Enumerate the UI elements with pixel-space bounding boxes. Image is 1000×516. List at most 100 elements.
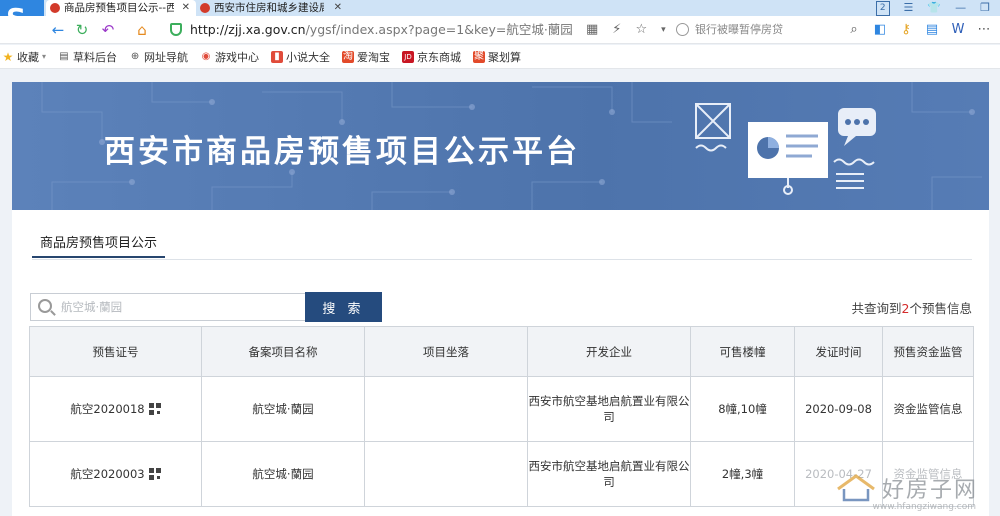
url-host: http://zjj.xa.gov.cn [190,22,306,37]
presale-table: 预售证号 备案项目名称 项目坐落 开发企业 可售楼幢 发证时间 预售资金监管 航… [29,326,974,507]
url-field[interactable]: http://zjj.xa.gov.cn/ygsf/index.aspx?pag… [170,20,573,40]
bookmark-item[interactable]: ▤ 草料后台 [58,49,117,65]
presentation-illustration [695,103,876,195]
column-header: 预售证号 [29,326,202,377]
qrcode-icon[interactable]: ▦ [586,20,598,40]
search-input[interactable] [61,298,301,316]
qrcode-icon[interactable] [148,403,161,415]
back-icon[interactable]: ← [48,20,68,40]
bookmark-item[interactable]: 淘爱淘宝 [342,49,390,65]
key-icon[interactable]: ⚷ [898,20,914,40]
page-title: 西安市商品房预售项目公示平台 [104,134,580,170]
bookmark-favorites[interactable]: ★ 收藏 ▾ [2,49,46,65]
bookmark-label: 聚划算 [488,50,522,64]
house-logo-icon [837,474,875,502]
watermark-url: www.hfangziwang.com [872,502,976,512]
jd-icon: JD [402,50,415,63]
minimize-icon[interactable]: — [955,0,966,16]
tab-title: 商品房预售项目公示--西 [64,2,174,14]
column-header: 可售楼幢 [690,326,795,377]
chevron-down-icon: ▾ [42,52,47,61]
column-header: 预售资金监管 [882,326,974,377]
table-row: 航空2020003 航空城·蘭园 西安市航空基地启航置业有限公司 2幢,3幢 2… [29,441,974,507]
bookmark-item[interactable]: 聚聚划算 [473,49,521,65]
taobao-icon: 淘 [342,50,355,63]
translate-icon[interactable]: ▤ [924,20,940,40]
reload-icon[interactable]: ↻ [72,20,92,40]
location-cell [364,441,528,507]
site-watermark: 好房子网 www.hfangziwang.com [836,472,978,512]
column-header: 项目坐落 [364,326,528,377]
close-icon[interactable]: ✕ [334,0,342,16]
window-count-badge[interactable]: 2 [875,1,890,16]
address-actions: ▦ ⚡ ☆ ▾ [586,20,666,40]
search-icon [38,299,52,313]
globe-icon: ⊕ [130,50,140,62]
home-icon[interactable]: ⌂ [132,20,152,40]
skin-icon[interactable]: 👕 [927,0,941,16]
location-cell [364,376,528,442]
search-engine-field[interactable]: 银行被曝暂停房贷 [676,20,783,40]
result-prefix: 共查询到 [851,301,902,316]
bookmark-label: 小说大全 [286,50,331,64]
toolbar-icons: ⌕ ◧ ⚷ ▤ W ⋯ [846,20,992,40]
cert-cell: 航空2020003 [29,441,202,507]
table-row: 航空2020018 航空城·蘭园 西安市航空基地启航置业有限公司 8幢,10幢 … [29,376,974,442]
gov-emblem-icon [50,3,60,13]
search-button[interactable]: 搜 索 [305,292,382,322]
book-icon: ▮ [271,50,284,63]
bookmark-label: 京东商城 [417,50,462,64]
supervision-link[interactable]: 资金监管信息 [882,376,974,442]
project-cell: 航空城·蘭园 [201,376,365,442]
window-controls: 2 ☰ 👕 — ❐ [875,0,1000,16]
table-header-row: 预售证号 备案项目名称 项目坐落 开发企业 可售楼幢 发证时间 预售资金监管 [29,326,974,377]
bookmark-label: 草料后台 [73,50,118,64]
bookmark-item[interactable]: JD 京东商城 [402,49,461,65]
bookmark-item[interactable]: ◉ 游戏中心 [200,49,259,65]
browser-tab-strip: 商品房预售项目公示--西 ✕ 西安市住房和城乡建设局 ✕ 2 ☰ 👕 — ❐ [0,0,1000,16]
star-icon[interactable]: ☆ [635,20,647,40]
bookmark-label: 收藏 [17,50,39,64]
developer-cell: 西安市航空基地启航置业有限公司 [527,441,691,507]
tab-presale-projects[interactable]: 商品房预售项目公示 [32,234,166,258]
page-content: 西安市商品房预售项目公示平台 商品房预售项目公示 搜 索 共查询到2个预售信息 [12,82,989,516]
tab-active[interactable]: 商品房预售项目公示--西 ✕ [46,0,196,16]
cert-number[interactable]: 航空2020018 [70,402,144,416]
game-icon: ◉ [201,50,211,62]
word-icon[interactable]: W [950,20,966,40]
gov-emblem-icon [200,3,210,13]
page-icon: ▤ [59,50,69,62]
developer-cell: 西安市航空基地启航置业有限公司 [527,376,691,442]
bookmark-label: 爱淘宝 [357,50,391,64]
address-bar: ← ↻ ↶ ⌂ http://zjj.xa.gov.cn/ygsf/index.… [0,16,1000,44]
result-count: 共查询到2个预售信息 [852,298,972,317]
buildings-cell: 8幢,10幢 [690,376,795,442]
search-field[interactable] [30,293,307,321]
bookmark-item[interactable]: ▮ 小说大全 [271,49,330,65]
undo-icon[interactable]: ↶ [98,20,118,40]
watermark-text: 好房子网 [881,478,978,503]
bookmark-item[interactable]: ⊕ 网址导航 [129,49,188,65]
qrcode-icon[interactable] [148,468,161,480]
divider [32,259,972,260]
search-engine-icon [676,23,689,36]
page-banner: 西安市商品房预售项目公示平台 [12,82,989,210]
menu-icon[interactable]: ☰ [904,0,914,16]
tab-title: 西安市住房和城乡建设局 [214,2,324,14]
lightning-icon[interactable]: ⚡ [612,20,621,40]
close-icon[interactable]: ✕ [182,0,190,16]
ju-icon: 聚 [473,50,486,63]
restore-icon[interactable]: ❐ [980,0,990,16]
shield-icon [170,23,182,36]
cert-number[interactable]: 航空2020003 [70,467,144,481]
dropdown-icon[interactable]: ▾ [661,20,666,40]
extension-icon[interactable]: ◧ [872,20,888,40]
cert-cell: 航空2020018 [29,376,202,442]
bookmarks-bar: ★ 收藏 ▾ ▤ 草料后台 ⊕ 网址导航 ◉ 游戏中心 ▮ 小说大全 淘爱淘宝 JD 京东商城… [0,45,1000,69]
tab-inactive[interactable]: 西安市住房和城乡建设局 ✕ [196,0,348,16]
column-header: 开发企业 [527,326,691,377]
bookmark-label: 网址导航 [144,50,189,64]
more-icon[interactable]: ⋯ [976,20,992,40]
result-suffix: 个预售信息 [909,301,972,316]
search-icon[interactable]: ⌕ [846,20,862,40]
